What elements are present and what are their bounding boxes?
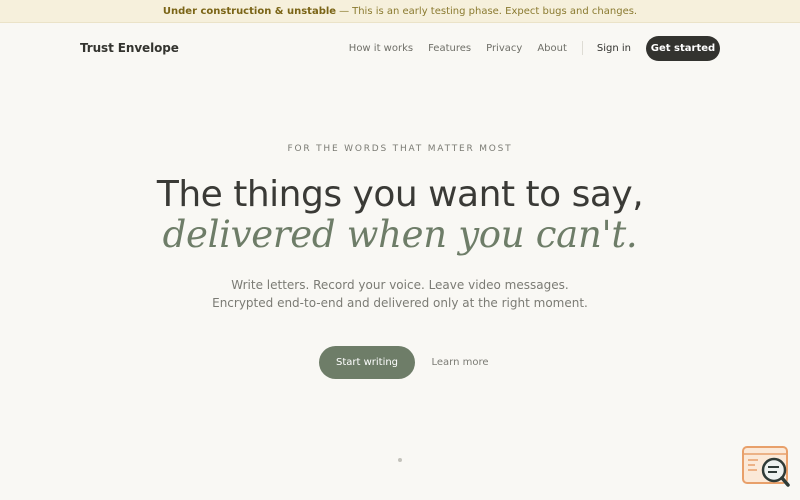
get-started-button[interactable]: Get started <box>646 35 720 61</box>
nav-link-privacy[interactable]: Privacy <box>486 43 522 54</box>
nav-link-about[interactable]: About <box>537 43 567 54</box>
hero-cta-row: Start writing Learn more <box>0 346 800 379</box>
hero-eyebrow: FOR THE WORDS THAT MATTER MOST <box>287 144 513 154</box>
hero-headline: The things you want to say, <box>156 174 644 215</box>
nav-divider <box>581 41 583 55</box>
brand-logo[interactable]: Trust Envelope <box>80 41 179 55</box>
feedback-widget[interactable] <box>741 445 791 489</box>
start-writing-button[interactable]: Start writing <box>319 346 415 379</box>
construction-banner: Under construction & unstable — This is … <box>0 0 800 23</box>
feedback-magnifier-icon <box>742 446 790 487</box>
sign-in-link[interactable]: Sign in <box>597 43 631 54</box>
hero-subtitle-line-2: Encrypted end-to-end and delivered only … <box>212 296 588 310</box>
hero-subtitle: Write letters. Record your voice. Leave … <box>0 276 800 312</box>
nav-link-how-it-works[interactable]: How it works <box>349 43 413 54</box>
nav-link-features[interactable]: Features <box>428 43 471 54</box>
top-nav: Trust Envelope How it works Features Pri… <box>0 23 800 73</box>
nav-links: How it works Features Privacy About Sign… <box>349 35 720 61</box>
hero-headline-emphasis: delivered when you can't. <box>162 213 638 256</box>
banner-strong-text: Under construction & unstable <box>162 5 337 17</box>
hero-subtitle-line-1: Write letters. Record your voice. Leave … <box>231 278 569 292</box>
banner-separator: — <box>339 5 350 17</box>
learn-more-link[interactable]: Learn more <box>425 357 495 368</box>
scroll-indicator-dot <box>398 458 402 462</box>
banner-message: This is an early testing phase. Expect b… <box>352 5 638 17</box>
